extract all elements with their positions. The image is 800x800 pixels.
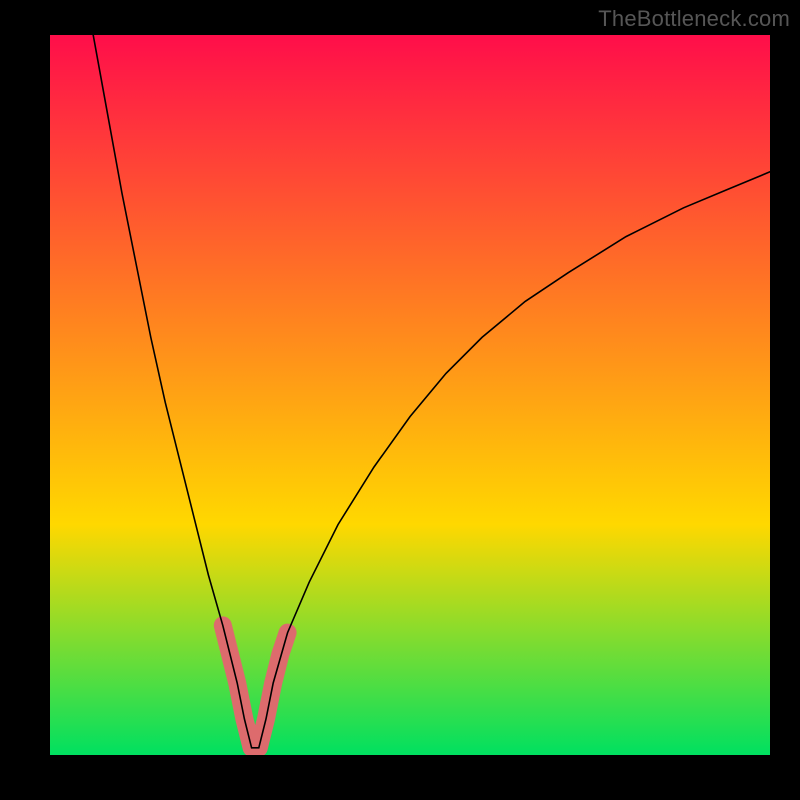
chart-svg — [50, 35, 770, 755]
gradient-field — [50, 35, 770, 755]
chart-stage: TheBottleneck.com — [0, 0, 800, 800]
watermark: TheBottleneck.com — [598, 6, 790, 32]
